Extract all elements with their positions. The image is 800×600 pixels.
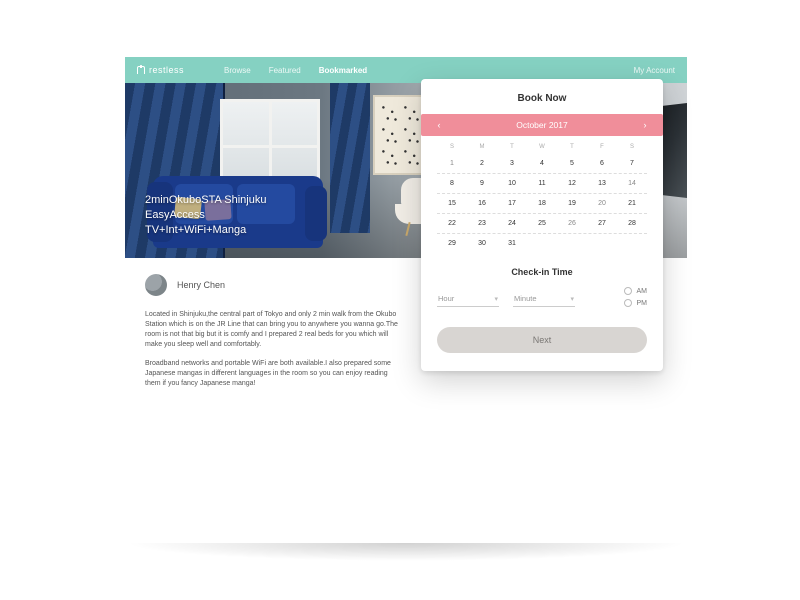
checkin-time-row: Hour ▾ Minute ▾ AM PM [437,287,647,311]
listing-title-line2: EasyAccess [145,208,266,223]
calendar-day[interactable]: 7 [617,154,647,173]
listing-content: Henry Chen Located in Shinjuku,the centr… [125,258,425,389]
nav-link-browse[interactable]: Browse [224,66,251,75]
listing-title-line3: TV+Int+WiFi+Manga [145,223,266,238]
calendar-day[interactable]: 29 [437,234,467,253]
calendar-day[interactable]: 10 [497,174,527,193]
description-p2: Broadband networks and portable WiFi are… [145,359,405,389]
calendar-dow: M [467,144,497,150]
calendar-day[interactable]: 11 [527,174,557,193]
calendar-month-label: October 2017 [516,120,568,130]
calendar-day-empty [617,234,647,253]
page-shadow [125,543,687,561]
calendar-day[interactable]: 3 [497,154,527,173]
calendar-day[interactable]: 22 [437,214,467,233]
calendar-dow: T [497,144,527,150]
calendar-dow: S [437,144,467,150]
booking-title: Book Now [437,93,647,104]
calendar-day[interactable]: 20 [587,194,617,213]
listing-title: 2minOkuboSTA Shinjuku EasyAccess TV+Int+… [145,193,266,238]
nav-link-featured[interactable]: Featured [269,66,301,75]
calendar-day[interactable]: 6 [587,154,617,173]
listing-description: Located in Shinjuku,the central part of … [145,310,405,389]
pm-label: PM [637,300,648,307]
calendar-day[interactable]: 24 [497,214,527,233]
calendar-day[interactable]: 23 [467,214,497,233]
hour-select[interactable]: Hour ▾ [437,291,499,307]
am-radio-row[interactable]: AM [624,287,648,295]
calendar-day[interactable]: 12 [557,174,587,193]
avatar[interactable] [145,274,167,296]
calendar-day[interactable]: 26 [557,214,587,233]
calendar-day[interactable]: 17 [497,194,527,213]
hour-placeholder: Hour [438,294,454,303]
next-button[interactable]: Next [437,327,647,353]
calendar-day-empty [527,234,557,253]
calendar-dow: T [557,144,587,150]
calendar-day[interactable]: 30 [467,234,497,253]
nav-my-account[interactable]: My Account [634,66,675,75]
minute-placeholder: Minute [514,294,537,303]
calendar-days-grid: 1234567891011121314151617181920212223242… [437,154,647,253]
pm-radio-row[interactable]: PM [624,299,648,307]
ampm-group: AM PM [624,287,648,311]
nav-link-bookmarked[interactable]: Bookmarked [319,66,367,75]
calendar-dow: F [587,144,617,150]
calendar-day[interactable]: 19 [557,194,587,213]
checkin-title: Check-in Time [437,267,647,277]
minute-select[interactable]: Minute ▾ [513,291,575,307]
booking-card: Book Now ‹ October 2017 › SMTWTFS 123456… [421,79,663,371]
calendar-day[interactable]: 31 [497,234,527,253]
author-row: Henry Chen [145,274,405,296]
chevron-down-icon: ▾ [570,295,574,303]
calendar-day[interactable]: 18 [527,194,557,213]
calendar-day[interactable]: 28 [617,214,647,233]
calendar-day-empty [587,234,617,253]
calendar-day[interactable]: 8 [437,174,467,193]
calendar-dow-row: SMTWTFS [437,144,647,150]
calendar-day[interactable]: 27 [587,214,617,233]
calendar-prev-month[interactable]: ‹ [427,114,451,136]
calendar-day[interactable]: 25 [527,214,557,233]
am-label: AM [637,288,648,295]
calendar-next-month[interactable]: › [633,114,657,136]
radio-icon [624,287,632,295]
author-name: Henry Chen [177,280,225,290]
nav-links: Browse Featured Bookmarked [224,66,367,75]
brand-name: restless [149,65,184,75]
calendar-day[interactable]: 13 [587,174,617,193]
calendar-day[interactable]: 9 [467,174,497,193]
calendar-dow: S [617,144,647,150]
description-p1: Located in Shinjuku,the central part of … [145,310,405,351]
listing-title-line1: 2minOkuboSTA Shinjuku [145,193,266,208]
calendar-day[interactable]: 4 [527,154,557,173]
calendar-day[interactable]: 2 [467,154,497,173]
calendar-day[interactable]: 1 [437,154,467,173]
calendar-day[interactable]: 16 [467,194,497,213]
calendar-day[interactable]: 5 [557,154,587,173]
calendar-day[interactable]: 14 [617,174,647,193]
calendar-day[interactable]: 15 [437,194,467,213]
radio-icon [624,299,632,307]
calendar-day-empty [557,234,587,253]
calendar-dow: W [527,144,557,150]
chevron-down-icon: ▾ [494,295,498,303]
calendar-day[interactable]: 21 [617,194,647,213]
lock-icon [137,66,145,74]
brand-logo[interactable]: restless [137,65,184,75]
calendar-month-bar: ‹ October 2017 › [421,114,663,136]
